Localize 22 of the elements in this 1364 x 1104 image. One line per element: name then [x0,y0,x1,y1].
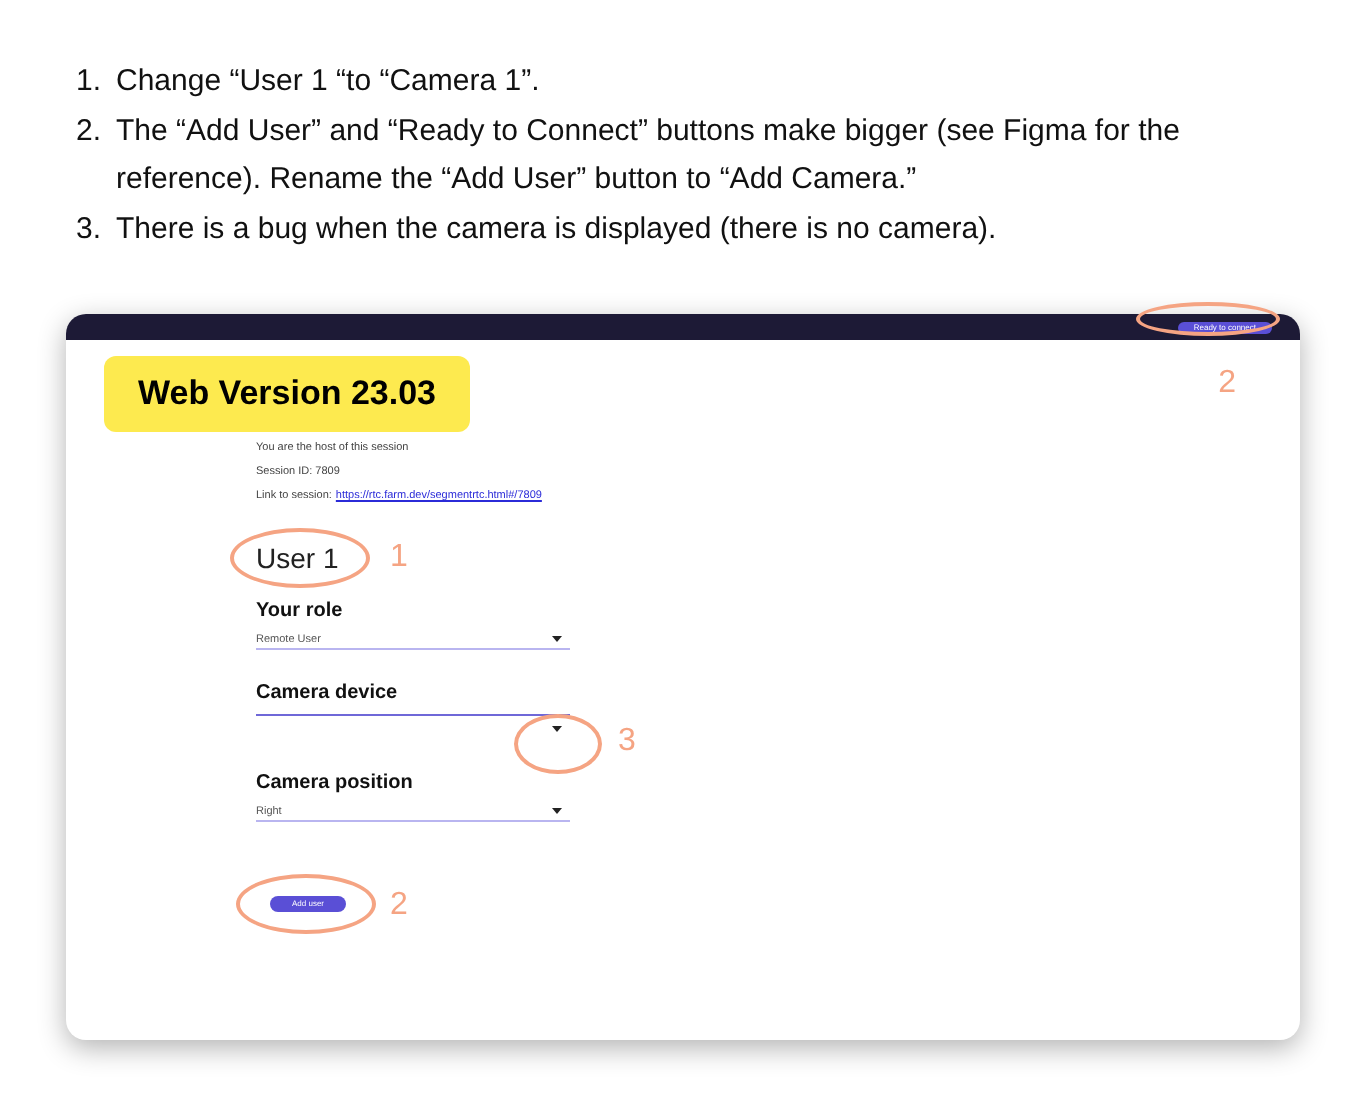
annotation-number: 3 [618,726,636,758]
list-number: 2. [76,112,104,152]
list-number: 1. [76,62,104,102]
list-number: 3. [76,210,104,250]
instruction-text: There is a bug when the camera is displayed (there is no camera). [116,210,999,250]
caret-icon [552,808,562,814]
caret-icon [552,636,562,642]
annotation-number: 2 [390,890,408,922]
highlight-ellipse [514,714,602,774]
version-badge: Web Version 23.03 [104,356,470,432]
annotation-number: 1 [390,542,408,574]
highlight-ellipse [236,874,376,934]
field-label: Camera position [256,770,415,798]
highlight-ellipse [1136,302,1280,336]
instruction-text: Change “User 1 “to “Camera 1”. [116,62,542,102]
annotation-number: 2 [1218,368,1236,400]
caret-icon [552,725,562,731]
user-title: User 1 [256,542,339,574]
highlight-ellipse [230,528,370,588]
field-label: Camera device [256,680,400,708]
field-label: Your role [256,598,345,626]
instruction-text: The “Add User” and “Ready to Connect” buttons make bigger (see Figma for the reference). Rename the “Add User” button to “Add Camera.” [116,112,1182,200]
